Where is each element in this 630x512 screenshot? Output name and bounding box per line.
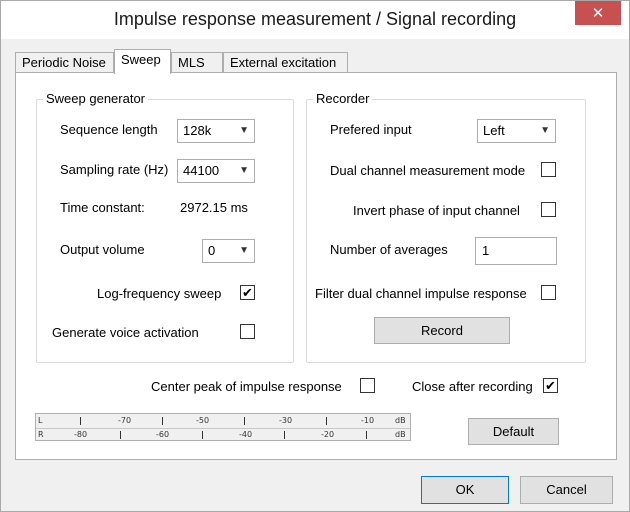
log-frequency-checkbox[interactable]: ✔ xyxy=(240,285,255,300)
chevron-down-icon: ▼ xyxy=(239,165,249,176)
meter-tick xyxy=(244,417,245,425)
chevron-down-icon: ▼ xyxy=(540,125,550,136)
tab-external-excitation[interactable]: External excitation xyxy=(223,52,348,73)
meter-channel-label: R xyxy=(38,430,44,439)
time-constant-label: Time constant: xyxy=(60,200,145,215)
invert-phase-label: Invert phase of input channel xyxy=(353,203,520,218)
log-frequency-label: Log-frequency sweep xyxy=(97,286,222,301)
tab-mls[interactable]: MLS xyxy=(171,52,223,73)
meter-scale-label: -60 xyxy=(156,430,170,439)
dual-channel-checkbox[interactable] xyxy=(541,162,556,177)
checkmark-icon: ✔ xyxy=(545,378,556,393)
meter-row-left: L -70 -50 -30 -10 dB xyxy=(36,415,410,428)
title-bar: Impulse response measurement / Signal re… xyxy=(1,1,629,39)
chevron-down-icon: ▼ xyxy=(239,245,249,256)
meter-unit-label: dB xyxy=(395,430,406,439)
center-peak-label: Center peak of impulse response xyxy=(151,379,342,394)
window-title: Impulse response measurement / Signal re… xyxy=(113,9,517,29)
default-button[interactable]: Default xyxy=(468,418,559,445)
meter-tick xyxy=(80,417,81,425)
meter-scale-label: -80 xyxy=(74,430,88,439)
meter-unit-label: dB xyxy=(395,416,406,425)
output-volume-label: Output volume xyxy=(60,242,145,257)
meter-scale-label: -40 xyxy=(239,430,253,439)
meter-scale-label: -70 xyxy=(118,416,132,425)
close-after-label: Close after recording xyxy=(412,379,533,394)
meter-tick xyxy=(366,431,367,439)
meter-tick xyxy=(120,431,121,439)
dual-channel-label: Dual channel measurement mode xyxy=(330,163,526,178)
center-peak-checkbox[interactable] xyxy=(360,378,375,393)
voice-activation-checkbox[interactable] xyxy=(240,324,255,339)
meter-scale-label: -10 xyxy=(361,416,375,425)
sampling-rate-label: Sampling rate (Hz) xyxy=(60,162,169,177)
invert-phase-checkbox[interactable] xyxy=(541,202,556,217)
sweep-tab-panel: Sweep generator Sequence length 128k ▼ S… xyxy=(15,72,617,460)
meter-tick xyxy=(326,417,327,425)
checkmark-icon: ✔ xyxy=(242,285,253,300)
sequence-length-label: Sequence length xyxy=(60,122,158,137)
prefered-input-value: Left xyxy=(483,123,505,138)
record-button[interactable]: Record xyxy=(374,317,510,344)
sequence-length-value: 128k xyxy=(183,123,212,138)
meter-scale-label: -30 xyxy=(279,416,293,425)
meter-tick xyxy=(162,417,163,425)
meter-scale-label: -20 xyxy=(321,430,335,439)
averages-label: Number of averages xyxy=(330,242,448,257)
sampling-rate-value: 44100 xyxy=(183,163,220,178)
chevron-down-icon: ▼ xyxy=(239,125,249,136)
output-volume-value: 0 xyxy=(208,243,216,258)
prefered-input-label: Prefered input xyxy=(330,122,412,137)
close-after-checkbox[interactable]: ✔ xyxy=(543,378,558,393)
tab-periodic-noise[interactable]: Periodic Noise xyxy=(15,52,114,73)
averages-input[interactable]: 1 xyxy=(475,237,557,265)
dialog-window: Impulse response measurement / Signal re… xyxy=(0,0,630,512)
ok-button[interactable]: OK xyxy=(421,476,509,504)
prefered-input-select[interactable]: Left ▼ xyxy=(477,119,556,143)
sampling-rate-select[interactable]: 44100 ▼ xyxy=(177,159,255,183)
output-volume-select[interactable]: 0 ▼ xyxy=(202,239,255,263)
filter-dual-checkbox[interactable] xyxy=(541,285,556,300)
filter-dual-label: Filter dual channel impulse response xyxy=(315,286,527,301)
meter-tick xyxy=(284,431,285,439)
meter-row-right: R -80 -60 -40 -20 dB xyxy=(36,428,410,441)
meter-tick xyxy=(202,431,203,439)
level-meter: L -70 -50 -30 -10 dB R -80 -60 -40 -20 d… xyxy=(35,413,411,441)
cancel-button[interactable]: Cancel xyxy=(520,476,613,504)
meter-channel-label: L xyxy=(38,416,43,425)
time-constant-value: 2972.15 ms xyxy=(180,200,248,215)
tab-sweep[interactable]: Sweep xyxy=(114,49,171,74)
close-button[interactable]: ✕ xyxy=(575,1,621,25)
sweep-generator-title: Sweep generator xyxy=(43,91,149,106)
sweep-generator-group: Sweep generator xyxy=(36,91,294,363)
voice-activation-label: Generate voice activation xyxy=(52,325,199,340)
sequence-length-select[interactable]: 128k ▼ xyxy=(177,119,255,143)
meter-scale-label: -50 xyxy=(196,416,210,425)
recorder-title: Recorder xyxy=(313,91,373,106)
